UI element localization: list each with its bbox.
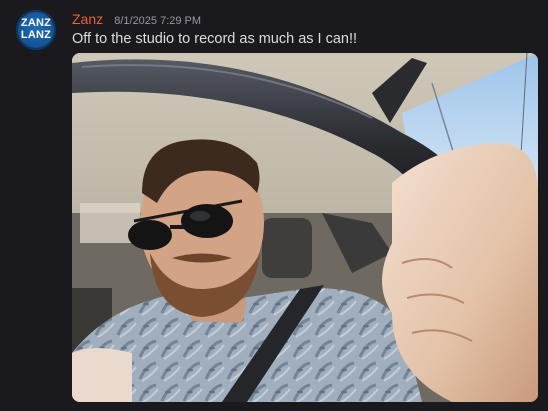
timestamp[interactable]: 8/1/2025 7:29 PM <box>114 15 201 27</box>
car-selfie-image <box>72 53 538 402</box>
message-header: Zanz 8/1/2025 7:29 PM <box>72 9 201 29</box>
username[interactable]: Zanz <box>72 11 103 27</box>
user-avatar[interactable]: ZANZ LANZ <box>16 10 56 50</box>
avatar-text-line2: LANZ <box>20 29 52 41</box>
avatar-text-line1: ZANZ <box>20 17 52 29</box>
image-attachment[interactable] <box>72 53 538 402</box>
chat-message: ZANZ LANZ Zanz 8/1/2025 7:29 PM Off to t… <box>0 0 548 411</box>
message-text: Off to the studio to record as much as I… <box>72 31 358 47</box>
